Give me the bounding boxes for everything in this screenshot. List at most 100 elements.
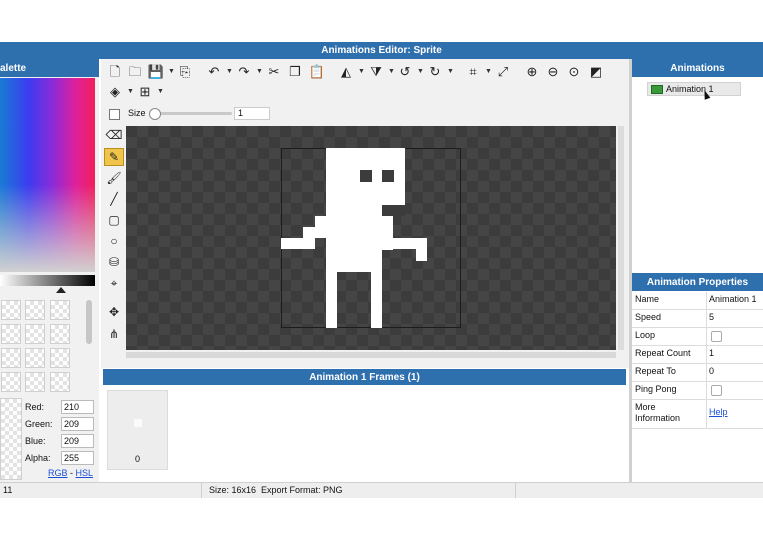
red-input[interactable]: 210 <box>61 400 94 414</box>
panel-splitter[interactable] <box>629 59 632 482</box>
palette-title: alette <box>0 62 27 74</box>
color-mode-links: RGB - HSL <box>48 468 93 478</box>
flip-vertical-caret-icon[interactable]: ▼ <box>388 68 395 75</box>
crop-icon[interactable]: ⌗ <box>464 62 482 80</box>
properties-title-bar: Animation Properties <box>632 273 763 291</box>
window-title: Animations Editor: Sprite <box>321 45 442 56</box>
skeleton-tool[interactable]: ⋔ <box>104 325 124 343</box>
rotate-right-caret-icon[interactable]: ▼ <box>447 68 454 75</box>
prop-loop-label: Loop <box>635 330 656 340</box>
frames-title: Animation 1 Frames (1) <box>309 371 420 383</box>
prop-ping-pong-row: Ping Pong <box>632 382 763 400</box>
redo-menu-caret-icon[interactable]: ▼ <box>256 68 263 75</box>
move-tool[interactable]: ✥ <box>104 303 124 321</box>
rotate-right-icon[interactable]: ↻ <box>426 62 444 80</box>
crop-caret-icon[interactable]: ▼ <box>485 68 492 75</box>
drawing-canvas[interactable] <box>126 126 616 350</box>
palette-swatch[interactable] <box>1 372 21 392</box>
blue-label: Blue: <box>25 436 46 446</box>
prop-repeat-to-row: Repeat To 0 <box>632 364 763 382</box>
palette-swatch[interactable] <box>50 300 70 320</box>
palette-scrollbar[interactable] <box>86 300 92 344</box>
eraser-tool[interactable]: ⌫ <box>104 126 124 144</box>
layers-icon[interactable]: ◈ <box>106 82 124 100</box>
palette-swatch[interactable] <box>25 372 45 392</box>
eraser-icon: ⌫ <box>105 128 123 142</box>
redo-icon[interactable]: ↷ <box>235 62 253 80</box>
copy-icon[interactable]: ❐ <box>286 62 304 80</box>
flip-vertical-icon[interactable]: ⧩ <box>367 62 385 80</box>
palette-swatch[interactable] <box>1 348 21 368</box>
flip-horizontal-icon[interactable]: ◭ <box>337 62 355 80</box>
palette-swatch[interactable] <box>25 300 45 320</box>
pencil-tool[interactable]: ✎ <box>104 148 124 166</box>
resize-icon[interactable]: ⤢ <box>494 62 512 80</box>
frame-thumbnail[interactable]: 0 <box>107 390 168 470</box>
prop-loop-checkbox[interactable] <box>711 331 722 342</box>
status-size-format: Size: 16x16 Export Format: PNG <box>209 485 343 495</box>
line-tool[interactable]: ╱ <box>104 190 124 208</box>
palette-swatch[interactable] <box>50 348 70 368</box>
palette-swatch[interactable] <box>25 348 45 368</box>
palette-swatch[interactable] <box>1 324 21 344</box>
export-icon[interactable]: ⎘ <box>176 62 194 80</box>
palette-swatch[interactable] <box>50 372 70 392</box>
prop-repeat-to-value[interactable]: 0 <box>709 366 714 376</box>
prop-ping-pong-checkbox[interactable] <box>711 385 722 396</box>
prop-repeat-count-row: Repeat Count 1 <box>632 346 763 364</box>
blue-input[interactable]: 209 <box>61 434 94 448</box>
eyedropper-tool[interactable]: ⌖ <box>104 274 124 292</box>
rgb-link[interactable]: RGB <box>48 468 68 478</box>
zoom-in-icon[interactable]: ⊕ <box>523 62 541 80</box>
color-spectrum[interactable] <box>0 78 95 272</box>
undo-menu-caret-icon[interactable]: ▼ <box>226 68 233 75</box>
prop-speed-value[interactable]: 5 <box>709 312 714 322</box>
prop-name-value[interactable]: Animation 1 <box>709 294 757 304</box>
prop-speed-row: Speed 5 <box>632 310 763 328</box>
animations-title-bar: Animations <box>632 59 763 77</box>
grid-icon[interactable]: ⊞ <box>136 82 154 100</box>
rotate-left-caret-icon[interactable]: ▼ <box>417 68 424 75</box>
canvas-horizontal-scrollbar[interactable] <box>126 352 616 358</box>
palette-swatch[interactable] <box>50 324 70 344</box>
lightness-slider[interactable] <box>0 275 95 286</box>
prop-repeat-to-label: Repeat To <box>635 366 676 376</box>
flip-horizontal-caret-icon[interactable]: ▼ <box>358 68 365 75</box>
animation-list-item[interactable]: Animation 1 <box>647 82 741 96</box>
zoom-reset-icon[interactable]: ⊙ <box>565 62 583 80</box>
prop-help-link[interactable]: Help <box>709 407 728 417</box>
green-label: Green: <box>25 419 53 429</box>
size-slider-handle[interactable] <box>149 108 161 120</box>
alpha-input[interactable]: 255 <box>61 451 94 465</box>
new-file-icon[interactable]: 🗋 <box>106 62 124 80</box>
save-icon[interactable]: 💾 <box>147 62 165 80</box>
canvas-vertical-scrollbar[interactable] <box>618 126 624 350</box>
palette-swatch[interactable] <box>25 324 45 344</box>
status-divider <box>515 483 516 498</box>
fill-bucket-tool[interactable]: ⛁ <box>104 253 124 271</box>
size-toggle-checkbox[interactable] <box>109 109 120 120</box>
save-menu-caret-icon[interactable]: ▼ <box>168 68 175 75</box>
prop-repeat-count-label: Repeat Count <box>635 348 691 358</box>
open-folder-icon[interactable]: 🗀 <box>126 62 144 80</box>
hsl-link[interactable]: HSL <box>76 468 94 478</box>
palette-swatch[interactable] <box>1 300 21 320</box>
prop-repeat-count-value[interactable]: 1 <box>709 348 714 358</box>
paste-icon[interactable]: 📋 <box>308 62 326 80</box>
lightness-slider-handle[interactable] <box>56 287 66 293</box>
ellipse-tool[interactable]: ○ <box>104 232 124 250</box>
zoom-out-icon[interactable]: ⊖ <box>544 62 562 80</box>
green-input[interactable]: 209 <box>61 417 94 431</box>
line-icon: ╱ <box>110 192 118 206</box>
size-slider-track[interactable] <box>150 112 232 115</box>
layers-caret-icon[interactable]: ▼ <box>127 88 134 95</box>
rectangle-tool[interactable]: ▢ <box>104 211 124 229</box>
grid-caret-icon[interactable]: ▼ <box>157 88 164 95</box>
cut-icon[interactable]: ✂ <box>265 62 283 80</box>
undo-icon[interactable]: ↶ <box>205 62 223 80</box>
rotate-left-icon[interactable]: ↺ <box>396 62 414 80</box>
brush-tool[interactable]: 🖌 <box>104 169 124 187</box>
fill-bucket-icon: ⛁ <box>108 255 120 269</box>
size-input[interactable]: 1 <box>234 107 270 120</box>
grid-toggle-icon[interactable]: ◩ <box>587 62 605 80</box>
